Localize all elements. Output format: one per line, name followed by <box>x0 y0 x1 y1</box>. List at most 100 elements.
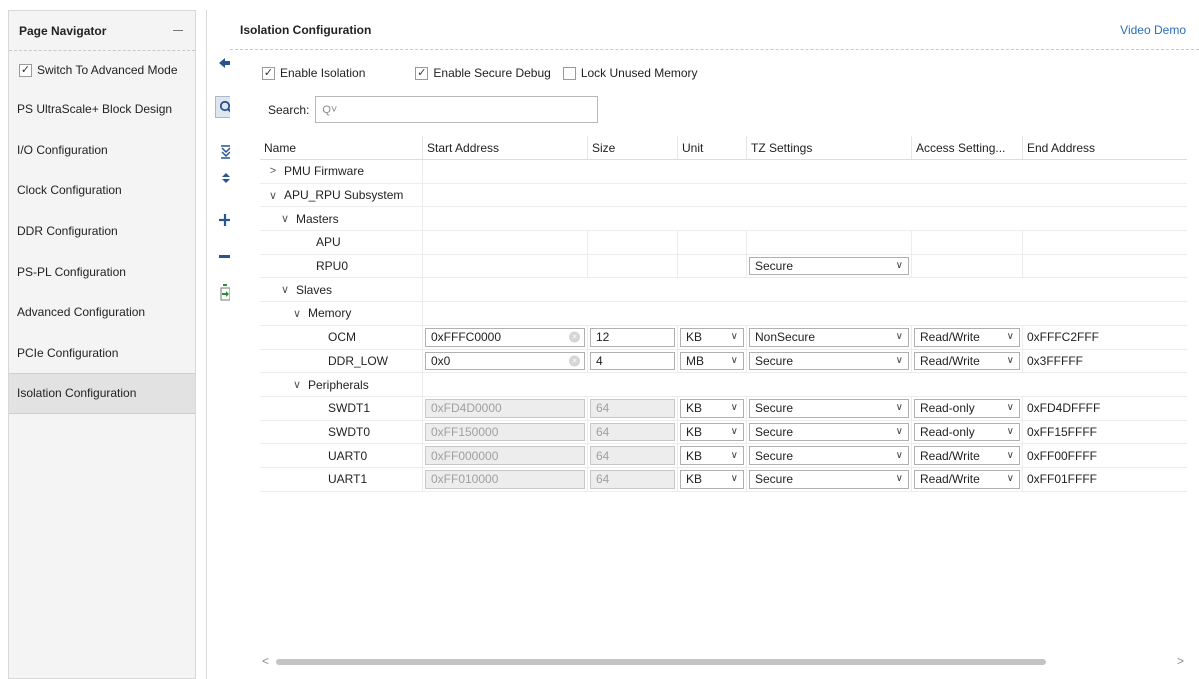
scroll-right-icon[interactable]: > <box>1177 654 1184 668</box>
nav-item-ddr-configuration[interactable]: DDR Configuration <box>9 211 195 252</box>
access-settings-cell <box>912 254 1023 278</box>
column-header-size[interactable]: Size <box>588 136 678 159</box>
table-row[interactable]: DDR_LOW 0x0 × 4 MB ∨ Secure ∨ Read/Write ∨ 0x3FFFF… <box>260 349 1187 374</box>
collapse-icon[interactable]: ∨ <box>290 378 304 391</box>
search-input[interactable]: Q˅ <box>315 96 599 123</box>
collapse-icon[interactable]: ∨ <box>290 307 304 320</box>
column-header-tz-settings[interactable]: TZ Settings <box>747 136 912 159</box>
table-row[interactable]: APU <box>260 231 1187 255</box>
unit-select[interactable]: MB ∨ <box>680 351 744 371</box>
tree-group-row[interactable]: > PMU Firmware <box>260 160 1187 184</box>
tz-select[interactable]: Secure ∨ <box>749 422 909 442</box>
clear-icon[interactable]: × <box>569 331 580 343</box>
unit-select[interactable]: KB ∨ <box>680 469 744 489</box>
access-select[interactable]: Read/Write ∨ <box>914 469 1020 489</box>
access-select[interactable]: Read/Write ∨ <box>914 327 1020 347</box>
tz-select[interactable]: Secure ∨ <box>749 256 909 276</box>
scroll-left-icon[interactable]: < <box>262 654 269 668</box>
tz-select[interactable]: Secure ∨ <box>749 398 909 418</box>
video-demo-link[interactable]: Video Demo <box>1120 23 1186 37</box>
row-name: SWDT1 <box>328 401 370 416</box>
lock-unused-memory-checkbox[interactable] <box>562 66 576 80</box>
table-row[interactable]: SWDT0 0xFF150000 64 KB ∨ Secure ∨ Read-only ∨ 0xF… <box>260 420 1187 445</box>
nav-item-isolation-configuration[interactable]: Isolation Configuration <box>9 373 195 414</box>
advanced-mode-toggle[interactable]: ✓ Switch To Advanced Mode <box>9 51 195 89</box>
access-select-value: Read-only <box>920 424 975 439</box>
chevron-down-icon: ∨ <box>1006 354 1014 366</box>
table-row[interactable]: SWDT1 0xFD4D0000 64 KB ∨ Secure ∨ Read-only ∨ 0xF… <box>260 396 1187 421</box>
column-header-access-settings[interactable]: Access Setting... <box>912 136 1023 159</box>
column-header-start-address[interactable]: Start Address <box>423 136 588 159</box>
tz-select[interactable]: Secure ∨ <box>749 469 909 489</box>
table-row[interactable]: RPU0 Secure ∨ <box>260 254 1187 279</box>
horizontal-scrollbar[interactable]: < > <box>260 654 1188 668</box>
nav-item-label: Clock Configuration <box>17 183 122 198</box>
row-name: Memory <box>308 306 352 321</box>
scrollbar-thumb[interactable] <box>276 659 1046 665</box>
start-address-input[interactable]: 0xFFFC0000 × <box>425 327 585 347</box>
tz-settings-cell <box>747 231 912 254</box>
start-address-cell <box>423 231 588 254</box>
table-row[interactable]: OCM 0xFFFC0000 × 12 KB ∨ NonSecure ∨ Read/Write ∨… <box>260 325 1187 350</box>
clear-icon[interactable]: × <box>569 355 580 367</box>
enable-isolation-option[interactable]: ✓ Enable Isolation <box>262 66 365 80</box>
unit-cell: KB ∨ <box>678 420 747 444</box>
unit-select[interactable]: KB ∨ <box>680 422 744 442</box>
start-address-value: 0xFD4D0000 <box>431 401 502 416</box>
size-input[interactable]: 4 <box>590 351 675 371</box>
size-input[interactable]: 12 <box>590 327 675 347</box>
start-address-input[interactable]: 0x0 × <box>425 351 585 371</box>
enable-secure-debug-option[interactable]: ✓ Enable Secure Debug <box>415 66 551 80</box>
expand-icon[interactable]: > <box>266 165 280 177</box>
unit-select[interactable]: KB ∨ <box>680 327 744 347</box>
access-settings-cell: Read-only ∨ <box>912 396 1023 420</box>
tree-group-row[interactable]: ∨ Masters <box>260 207 1187 232</box>
tz-select-value: Secure <box>755 259 794 274</box>
table-row[interactable]: UART1 0xFF010000 64 KB ∨ Secure ∨ Read/Write ∨ 0x… <box>260 467 1187 492</box>
advanced-mode-checkbox[interactable]: ✓ <box>19 63 32 77</box>
table-row[interactable]: UART0 0xFF000000 64 KB ∨ Secure ∨ Read/Write ∨ 0x… <box>260 444 1187 468</box>
access-select[interactable]: Read/Write ∨ <box>914 351 1020 371</box>
access-select[interactable]: Read/Write ∨ <box>914 446 1020 465</box>
tree-group-row[interactable]: ∨ Slaves <box>260 278 1187 303</box>
start-address-cell: 0x0 × <box>423 349 588 373</box>
nav-item-i-o-configuration[interactable]: I/O Configuration <box>9 130 195 171</box>
tz-select[interactable]: Secure ∨ <box>749 446 909 465</box>
unit-select[interactable]: KB ∨ <box>680 398 744 418</box>
nav-item-advanced-configuration[interactable]: Advanced Configuration <box>9 292 195 333</box>
column-header-unit[interactable]: Unit <box>678 136 747 159</box>
lock-unused-memory-option[interactable]: Lock Unused Memory <box>562 66 698 80</box>
chevron-down-icon: ∨ <box>730 402 738 414</box>
name-cell: ∨ Memory <box>260 302 423 325</box>
isolation-table: Name Start Address Size Unit TZ Settings Acce… <box>260 136 1187 492</box>
tz-select-value: Secure <box>755 472 794 487</box>
nav-item-ps-ultrascale-block-design[interactable]: PS UltraScale+ Block Design <box>9 89 195 130</box>
end-address-cell: 0xFFFC2FFF <box>1023 326 1187 349</box>
nav-item-pcie-configuration[interactable]: PCIe Configuration <box>9 333 195 374</box>
minimize-icon[interactable] <box>173 30 183 31</box>
chevron-down-icon: ∨ <box>895 260 903 272</box>
column-header-name[interactable]: Name <box>260 136 423 159</box>
chevron-down-icon: ∨ <box>730 331 738 343</box>
column-header-end-address[interactable]: End Address <box>1023 136 1187 159</box>
tree-group-row[interactable]: ∨ APU_RPU Subsystem <box>260 183 1187 208</box>
unit-select[interactable]: KB ∨ <box>680 446 744 465</box>
group-row-filler <box>423 160 1187 183</box>
nav-item-clock-configuration[interactable]: Clock Configuration <box>9 170 195 211</box>
name-cell: SWDT1 <box>260 396 423 420</box>
collapse-icon[interactable]: ∨ <box>278 283 292 296</box>
enable-isolation-checkbox[interactable]: ✓ <box>262 66 275 80</box>
tree-group-row[interactable]: ∨ Peripherals <box>260 373 1187 397</box>
collapse-icon[interactable]: ∨ <box>278 212 292 225</box>
access-select[interactable]: Read-only ∨ <box>914 422 1020 442</box>
tree-group-row[interactable]: ∨ Memory <box>260 302 1187 326</box>
tz-select[interactable]: NonSecure ∨ <box>749 327 909 347</box>
tz-select[interactable]: Secure ∨ <box>749 351 909 371</box>
access-select[interactable]: Read-only ∨ <box>914 398 1020 418</box>
collapse-icon[interactable]: ∨ <box>266 189 280 202</box>
end-address-value: 0xFD4DFFFF <box>1027 401 1101 416</box>
nav-item-ps-pl-configuration[interactable]: PS-PL Configuration <box>9 251 195 292</box>
size-cell <box>588 254 678 278</box>
enable-secure-debug-checkbox[interactable]: ✓ <box>415 66 429 80</box>
nav-item-label: Isolation Configuration <box>17 386 137 401</box>
